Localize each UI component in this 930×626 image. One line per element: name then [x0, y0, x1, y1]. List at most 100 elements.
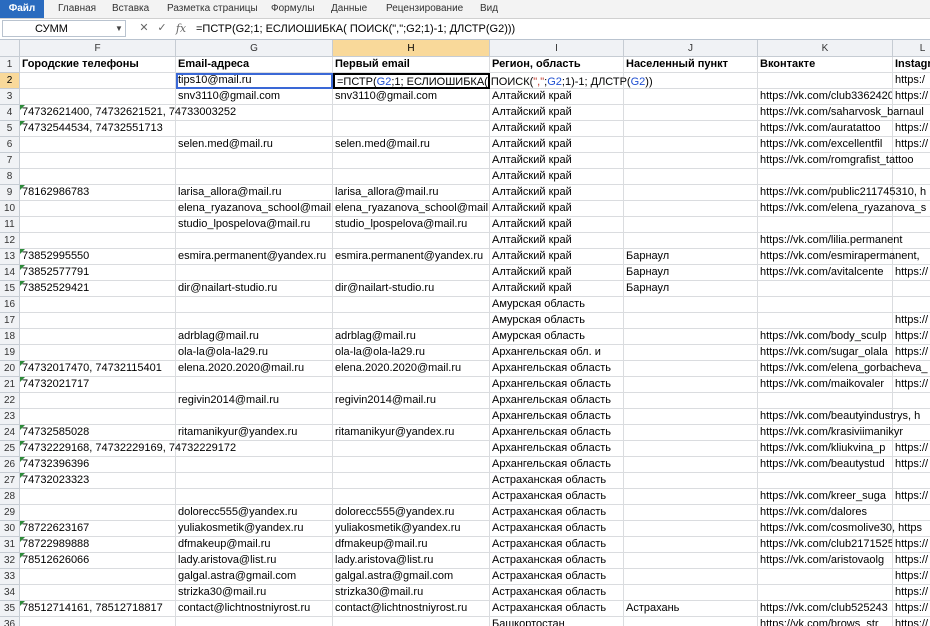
cell-j12[interactable] — [624, 233, 758, 249]
row-header-23[interactable]: 23 — [0, 409, 20, 425]
row-header-20[interactable]: 20 — [0, 361, 20, 377]
row-header-28[interactable]: 28 — [0, 489, 20, 505]
cell-k9[interactable]: https://vk.com/public211745310, h — [758, 185, 926, 201]
header-cell-j[interactable]: Населенный пункт — [624, 57, 758, 73]
cell-l29[interactable] — [893, 505, 930, 521]
cell-l11[interactable] — [893, 217, 930, 233]
cell-l22[interactable] — [893, 393, 930, 409]
row-header-4[interactable]: 4 — [0, 105, 20, 121]
cell-f9[interactable]: 78162986783 — [20, 185, 176, 201]
cell-g34[interactable]: strizka30@mail.ru — [176, 585, 333, 601]
cell-f8[interactable] — [20, 169, 176, 185]
cell-h32[interactable]: lady.aristova@list.ru — [333, 553, 490, 569]
cell-j36[interactable] — [624, 617, 758, 626]
cell-i27[interactable]: Астраханская область — [490, 473, 624, 489]
cell-k17[interactable] — [758, 313, 893, 329]
cell-i25[interactable]: Архангельская область — [490, 441, 624, 457]
cell-j21[interactable] — [624, 377, 758, 393]
insert-function-icon[interactable]: fx — [172, 20, 190, 37]
cell-g21[interactable] — [176, 377, 333, 393]
header-cell-i[interactable]: Регион, область — [490, 57, 624, 73]
cell-h35[interactable]: contact@lichtnostniyrost.ru — [333, 601, 490, 617]
cell-l32[interactable]: https:// — [893, 553, 930, 569]
cell-f28[interactable] — [20, 489, 176, 505]
header-cell-k[interactable]: Вконтакте — [758, 57, 893, 73]
tab-home[interactable]: Главная — [58, 0, 96, 18]
cell-j29[interactable] — [624, 505, 758, 521]
tab-file[interactable]: Файл — [0, 0, 44, 18]
cell-f12[interactable] — [20, 233, 176, 249]
cell-i22[interactable]: Архангельская область — [490, 393, 624, 409]
cell-g33[interactable]: galgal.astra@gmail.com — [176, 569, 333, 585]
cell-k33[interactable] — [758, 569, 893, 585]
cell-l19[interactable]: https:// — [893, 345, 930, 361]
cell-h13[interactable]: esmira.permanent@yandex.ru — [333, 249, 490, 265]
cell-h19[interactable]: ola-la@ola-la29.ru — [333, 345, 490, 361]
cell-k26[interactable]: https://vk.com/beautystud — [758, 457, 893, 473]
cell-f17[interactable] — [20, 313, 176, 329]
cell-f3[interactable] — [20, 89, 176, 105]
cell-k35[interactable]: https://vk.com/club525243 — [758, 601, 893, 617]
cell-i8[interactable]: Алтайский край — [490, 169, 624, 185]
cell-g29[interactable]: dolorecc555@yandex.ru — [176, 505, 333, 521]
cell-h26[interactable] — [333, 457, 490, 473]
cell-i16[interactable]: Амурская область — [490, 297, 624, 313]
cell-g31[interactable]: dfmakeup@mail.ru — [176, 537, 333, 553]
enter-icon[interactable]: ✓ — [155, 20, 169, 37]
cell-l35[interactable]: https:// — [893, 601, 930, 617]
cell-l27[interactable] — [893, 473, 930, 489]
cell-l28[interactable]: https:// — [893, 489, 930, 505]
cell-j20[interactable] — [624, 361, 758, 377]
cell-k21[interactable]: https://vk.com/maikovaler — [758, 377, 893, 393]
cell-k28[interactable]: https://vk.com/kreer_suga — [758, 489, 893, 505]
cell-g13[interactable]: esmira.permanent@yandex.ru — [176, 249, 333, 265]
cell-g5[interactable] — [176, 121, 333, 137]
cell-k30[interactable]: https://vk.com/cosmolive30, https — [758, 521, 922, 537]
cell-k10[interactable]: https://vk.com/elena_ryazanova_s — [758, 201, 926, 217]
spreadsheet-grid[interactable]: F G H I J K L 1 Городские телефоны Email-адреса Пе… — [0, 40, 930, 626]
cell-h36[interactable] — [333, 617, 490, 626]
cell-f29[interactable] — [20, 505, 176, 521]
cell-f26[interactable]: 74732396396 — [20, 457, 176, 473]
cell-g17[interactable] — [176, 313, 333, 329]
cell-k23[interactable]: https://vk.com/beautyindustrys, h — [758, 409, 920, 425]
cell-h10[interactable]: elena_ryazanova_school@mail. — [333, 201, 490, 217]
row-header-17[interactable]: 17 — [0, 313, 20, 329]
cell-i6[interactable]: Алтайский край — [490, 137, 624, 153]
cell-j18[interactable] — [624, 329, 758, 345]
cell-j19[interactable] — [624, 345, 758, 361]
cell-g35[interactable]: contact@lichtnostniyrost.ru — [176, 601, 333, 617]
cell-i30[interactable]: Астраханская область — [490, 521, 624, 537]
cell-k24[interactable]: https://vk.com/krasiviimanikyr — [758, 425, 903, 441]
cell-j10[interactable] — [624, 201, 758, 217]
cell-f13[interactable]: 73852995550 — [20, 249, 176, 265]
cell-l33[interactable]: https:// — [893, 569, 930, 585]
cell-l17[interactable]: https:// — [893, 313, 930, 329]
cell-k36[interactable]: https://vk.com/brows_str — [758, 617, 893, 626]
row-header-27[interactable]: 27 — [0, 473, 20, 489]
cell-j4[interactable] — [624, 105, 758, 121]
cell-g24[interactable]: ritamanikyur@yandex.ru — [176, 425, 333, 441]
cell-f36[interactable] — [20, 617, 176, 626]
cell-k32[interactable]: https://vk.com/aristovaolg — [758, 553, 893, 569]
cell-h3[interactable]: snv3110@gmail.com — [333, 89, 490, 105]
select-all-corner[interactable] — [0, 40, 20, 57]
cell-g12[interactable] — [176, 233, 333, 249]
header-cell-g[interactable]: Email-адреса — [176, 57, 333, 73]
cell-i14[interactable]: Алтайский край — [490, 265, 624, 281]
cell-k6[interactable]: https://vk.com/excellentfil — [758, 137, 893, 153]
cell-f21[interactable]: 74732021717 — [20, 377, 176, 393]
row-header-14[interactable]: 14 — [0, 265, 20, 281]
cell-f4[interactable]: 74732621400, 74732621521, 74733003252 — [20, 105, 236, 121]
cell-l36[interactable]: https:// — [893, 617, 930, 626]
cell-k11[interactable] — [758, 217, 893, 233]
tab-insert[interactable]: Вставка — [112, 0, 149, 18]
cancel-icon[interactable]: ✕ — [137, 20, 151, 37]
row-header-15[interactable]: 15 — [0, 281, 20, 297]
cell-k20[interactable]: https://vk.com/elena_gorbacheva_ — [758, 361, 928, 377]
cell-g16[interactable] — [176, 297, 333, 313]
row-header-18[interactable]: 18 — [0, 329, 20, 345]
cell-f23[interactable] — [20, 409, 176, 425]
cell-j30[interactable] — [624, 521, 758, 537]
tab-review[interactable]: Рецензирование — [386, 0, 463, 18]
